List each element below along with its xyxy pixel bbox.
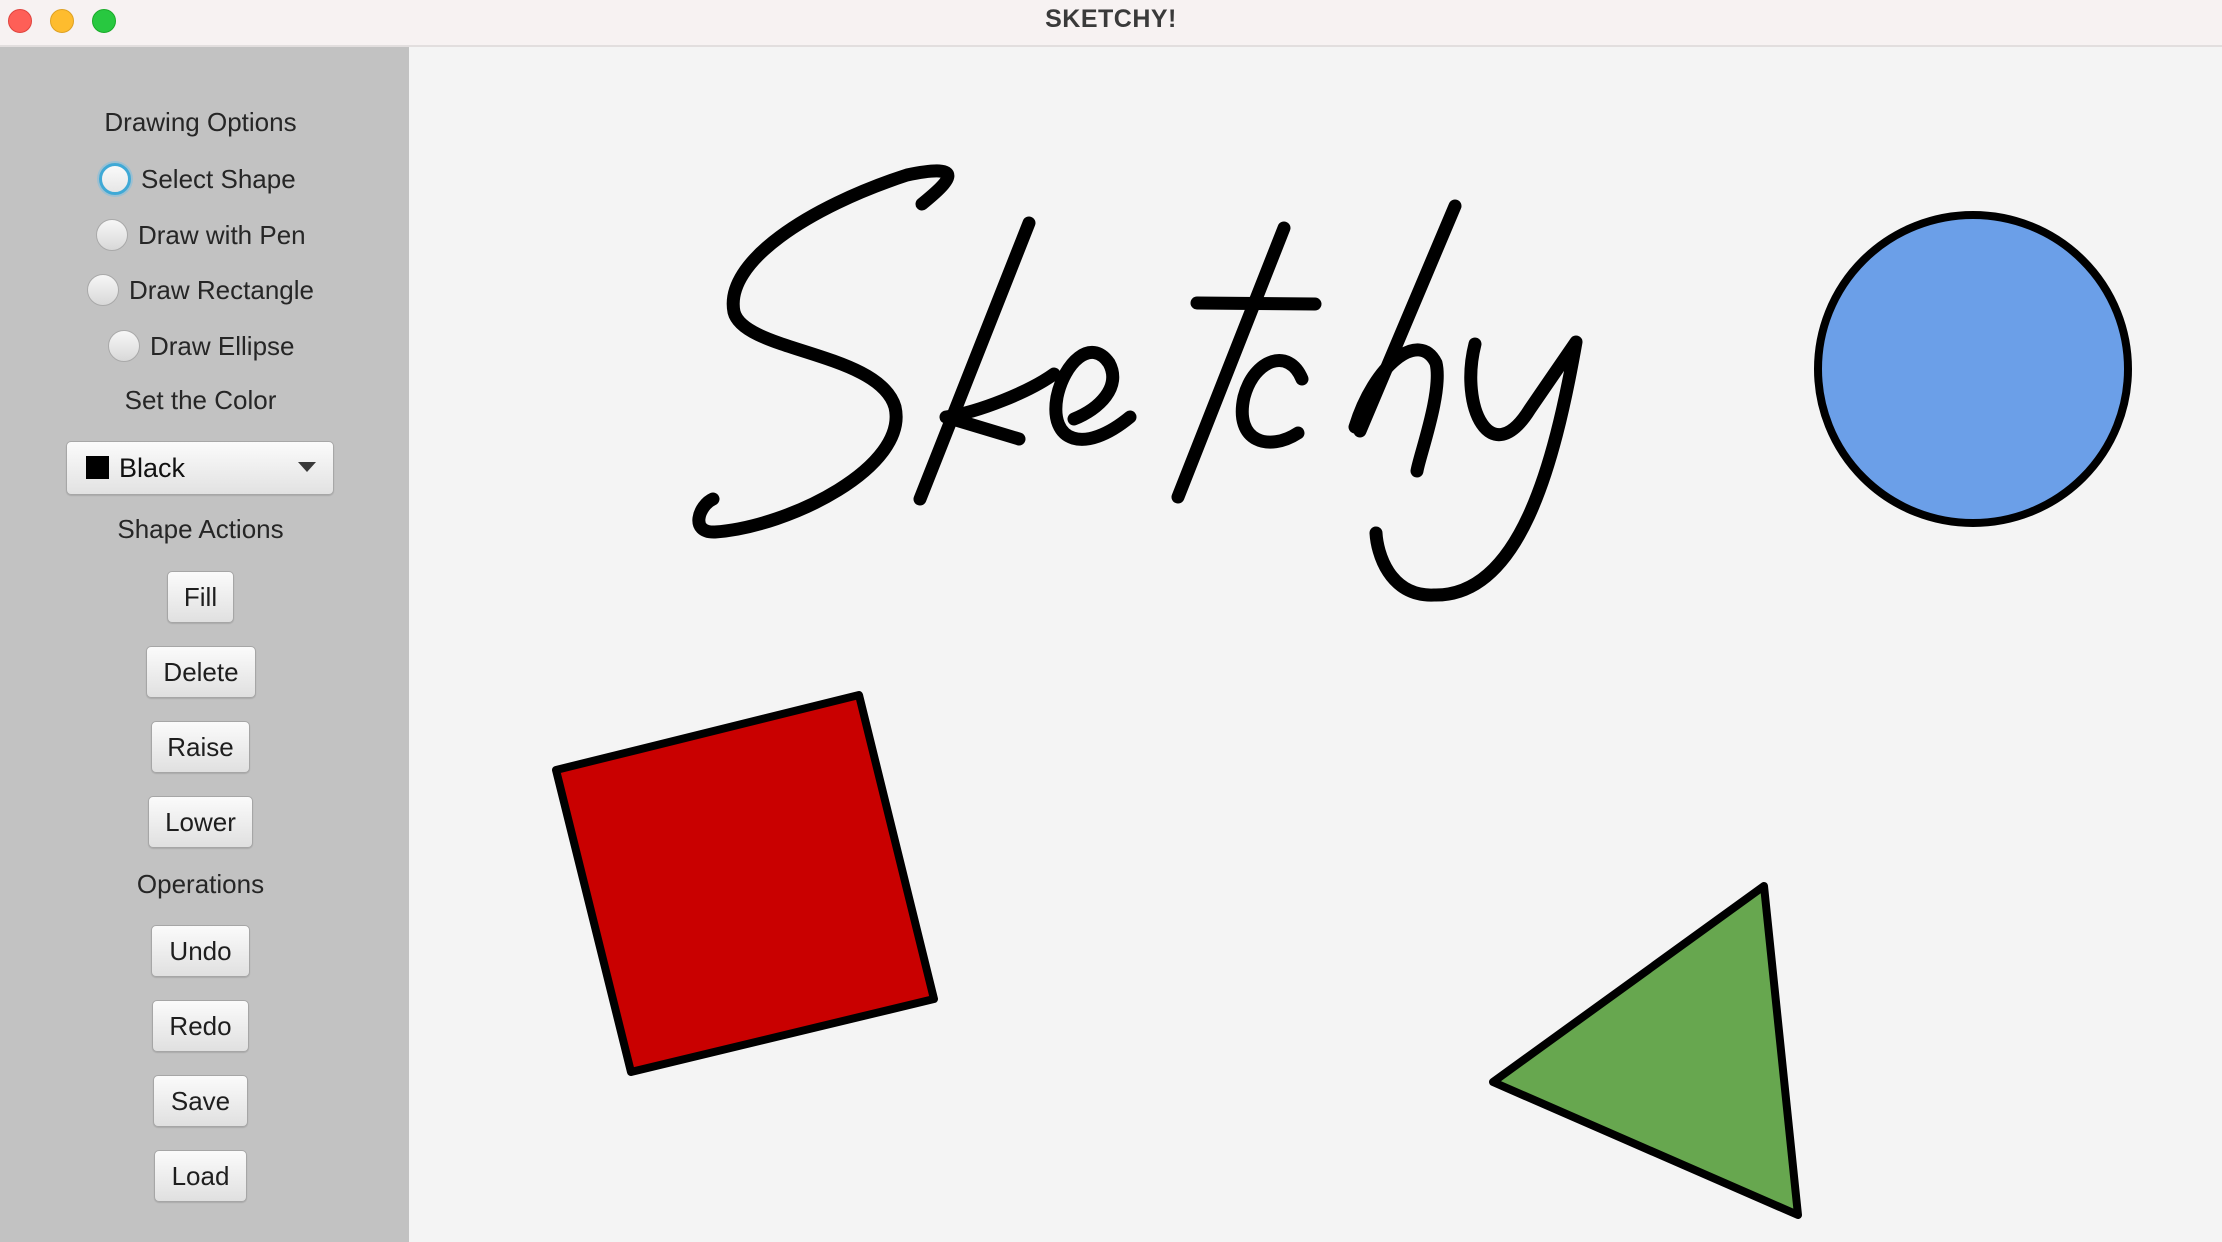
raise-button[interactable]: Raise — [151, 721, 250, 773]
drawing-canvas[interactable] — [409, 47, 2222, 1242]
pen-stroke-y — [1369, 335, 1583, 602]
delete-button[interactable]: Delete — [146, 646, 256, 698]
pen-stroke-k-stem — [913, 216, 1036, 506]
radio-indicator[interactable] — [96, 219, 128, 251]
operations-heading: Operations — [136, 869, 265, 899]
radio-indicator[interactable] — [99, 163, 131, 195]
set-color-heading: Set the Color — [124, 385, 277, 415]
control-sidebar: Drawing Options Select Shape Draw with P… — [0, 47, 409, 1242]
pen-stroke-s — [692, 164, 955, 539]
color-dropdown[interactable]: Black — [66, 441, 334, 495]
shape-blue-ellipse[interactable] — [1814, 211, 2132, 527]
sketchy-window: SKETCHY! Drawing Options Select Shape Dr… — [0, 0, 2222, 1242]
radio-label: Draw Rectangle — [129, 274, 314, 305]
radio-label: Select Shape — [141, 163, 296, 194]
shape-red-rectangle[interactable] — [552, 691, 938, 1076]
color-swatch — [86, 456, 109, 479]
radio-indicator[interactable] — [108, 330, 140, 362]
shape-actions-heading: Shape Actions — [117, 514, 284, 544]
fill-button[interactable]: Fill — [167, 571, 234, 623]
pen-stroke-c — [1235, 354, 1309, 449]
redo-button[interactable]: Redo — [152, 1000, 249, 1052]
title-bar[interactable]: SKETCHY! — [0, 0, 2222, 47]
radio-select-shape[interactable]: Select Shape — [99, 159, 296, 199]
pen-strokes-sketchy[interactable] — [692, 164, 1583, 602]
pen-stroke-h-arch — [1348, 343, 1444, 478]
undo-button[interactable]: Undo — [151, 925, 250, 977]
radio-draw-rectangle[interactable]: Draw Rectangle — [87, 270, 314, 310]
radio-draw-ellipse[interactable]: Draw Ellipse — [108, 326, 295, 366]
load-button[interactable]: Load — [154, 1150, 247, 1202]
lower-button[interactable]: Lower — [148, 796, 253, 848]
radio-label: Draw Ellipse — [150, 330, 295, 361]
pen-stroke-t-bar — [1190, 296, 1322, 311]
radio-label: Draw with Pen — [138, 219, 306, 250]
save-button[interactable]: Save — [153, 1075, 248, 1127]
color-dropdown-value: Black — [119, 453, 186, 483]
drawing-options-heading: Drawing Options — [104, 107, 297, 137]
shape-green-triangle[interactable] — [1489, 882, 1802, 1219]
radio-draw-with-pen[interactable]: Draw with Pen — [96, 215, 306, 255]
pen-stroke-e — [1049, 345, 1137, 446]
chevron-down-icon[interactable] — [298, 462, 316, 472]
radio-indicator[interactable] — [87, 274, 119, 306]
window-title: SKETCHY! — [1045, 5, 1177, 33]
canvas-drawing — [552, 164, 2132, 1219]
